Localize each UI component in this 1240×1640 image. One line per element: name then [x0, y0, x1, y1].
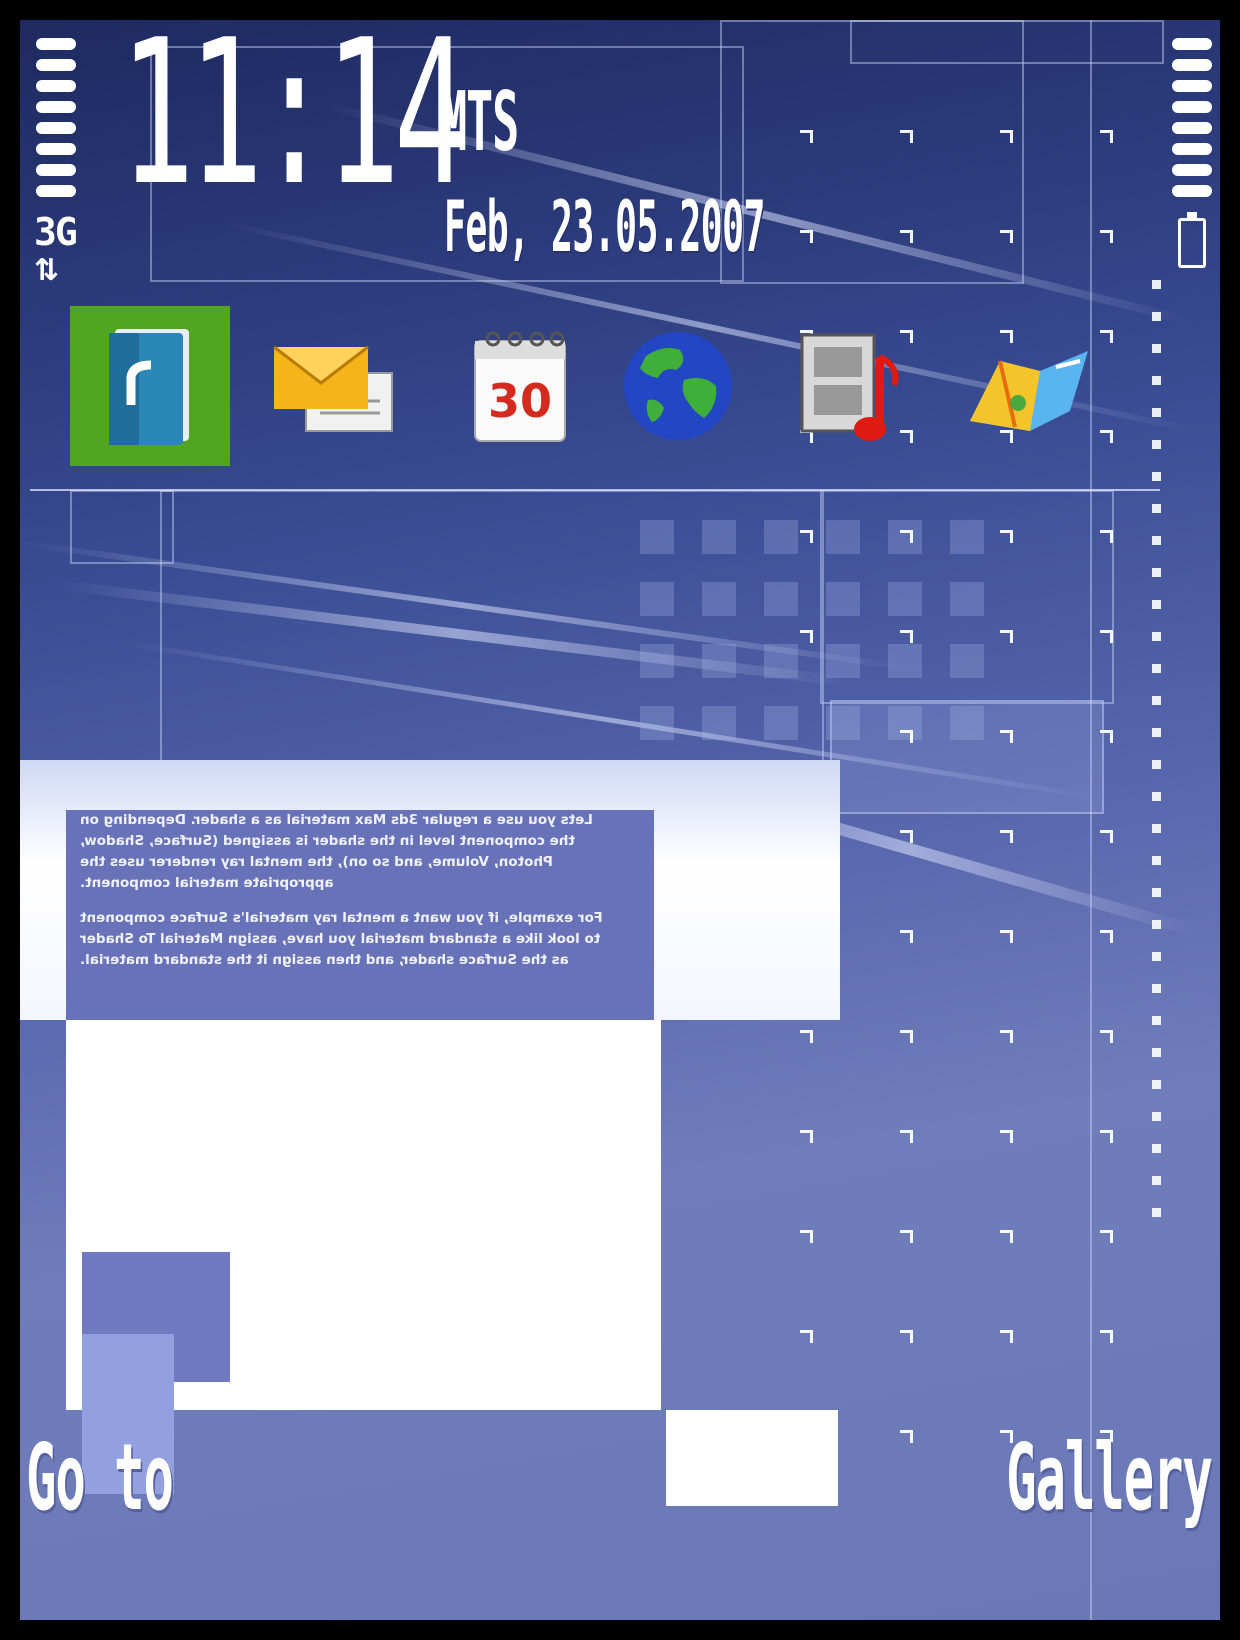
tick-mark	[1100, 630, 1113, 643]
shortcut-web[interactable]	[598, 306, 758, 466]
shortcut-contacts[interactable]	[70, 306, 230, 466]
tick-mark	[900, 1230, 913, 1243]
edge-dot	[1152, 536, 1161, 545]
tick-mark	[800, 1030, 813, 1043]
edge-dot	[1152, 760, 1161, 769]
edge-dot	[1152, 504, 1161, 513]
tick-mark	[1000, 1230, 1013, 1243]
tick-mark	[1100, 1230, 1113, 1243]
tick-mark	[900, 130, 913, 143]
edge-dot	[1152, 632, 1161, 641]
edge-dot	[1152, 1112, 1161, 1121]
tick-mark	[1000, 130, 1013, 143]
edge-dot	[1152, 1048, 1161, 1057]
tick-mark	[800, 1230, 813, 1243]
battery-level-icon	[1172, 38, 1212, 206]
phone-screen: 3G ⇅ 11:14 MTS Feb, 23.05.2007 30 Lets y…	[20, 20, 1220, 1620]
edge-dot	[1152, 1016, 1161, 1025]
tick-mark	[1000, 1330, 1013, 1343]
tick-mark	[900, 530, 913, 543]
shortcut-calendar[interactable]: 30	[440, 306, 600, 466]
tick-mark	[800, 130, 813, 143]
edge-dot	[1152, 1208, 1161, 1217]
tick-mark	[1100, 230, 1113, 243]
network-type: 3G	[34, 210, 78, 254]
edge-dot	[1152, 888, 1161, 897]
tick-mark	[1000, 830, 1013, 843]
tick-mark	[900, 1130, 913, 1143]
tick-mark	[800, 630, 813, 643]
edge-dot	[1152, 600, 1161, 609]
tick-mark	[800, 1130, 813, 1143]
media-icon	[800, 333, 899, 441]
tick-mark	[800, 530, 813, 543]
tick-mark	[900, 1330, 913, 1343]
edge-dot	[1152, 568, 1161, 577]
signal-strength-icon	[36, 38, 76, 206]
operator-name: MTS	[440, 75, 519, 170]
tick-mark	[1000, 530, 1013, 543]
tick-mark	[900, 1030, 913, 1043]
tick-mark	[1000, 730, 1013, 743]
tick-mark	[800, 230, 813, 243]
messaging-icon	[273, 345, 393, 432]
separator-line	[30, 489, 1160, 491]
edge-dot	[1152, 1144, 1161, 1153]
tick-mark	[1000, 1030, 1013, 1043]
battery-icon	[1178, 212, 1206, 268]
text-preview: Lets you use a regular 3ds Max material …	[80, 810, 620, 1020]
background-frame	[1090, 20, 1094, 1620]
edge-dot	[1152, 984, 1161, 993]
data-transfer-icon: ⇅	[34, 253, 60, 288]
date: Feb, 23.05.2007	[444, 186, 765, 268]
tick-mark	[1000, 230, 1013, 243]
edge-dot	[1152, 1080, 1161, 1089]
tick-mark	[1000, 1130, 1013, 1143]
right-softkey[interactable]: Gallery	[1006, 1432, 1213, 1524]
tick-mark	[1100, 1130, 1113, 1143]
edge-dot	[1152, 856, 1161, 865]
edge-dot	[1152, 792, 1161, 801]
tick-mark	[1100, 1330, 1113, 1343]
edge-dot	[1152, 1176, 1161, 1185]
tick-mark	[1100, 930, 1113, 943]
tick-mark	[1000, 930, 1013, 943]
web-icon	[624, 332, 732, 440]
tick-mark	[900, 830, 913, 843]
tick-mark	[1100, 130, 1113, 143]
preview-paragraph: For example, if you want a mental ray ma…	[80, 910, 603, 968]
tick-mark	[900, 930, 913, 943]
left-softkey[interactable]: Go to	[26, 1432, 174, 1524]
shortcut-media[interactable]	[770, 306, 930, 466]
maps-icon	[970, 351, 1088, 431]
tick-mark	[1000, 630, 1013, 643]
edge-dot	[1152, 920, 1161, 929]
shortcut-bar: 30	[20, 300, 1220, 480]
tick-mark	[900, 230, 913, 243]
tick-mark	[900, 730, 913, 743]
shortcut-maps[interactable]	[950, 306, 1110, 466]
edge-dot	[1152, 280, 1161, 289]
edge-dot	[1152, 824, 1161, 833]
tick-mark	[1100, 730, 1113, 743]
preview-paragraph: Lets you use a regular 3ds Max material …	[80, 812, 593, 891]
contacts-icon	[109, 329, 189, 445]
tick-mark	[900, 1430, 913, 1443]
tick-mark	[1100, 1030, 1113, 1043]
edge-dot	[1152, 728, 1161, 737]
clock: 11:14	[120, 20, 468, 230]
edge-dot	[1152, 696, 1161, 705]
edge-dot	[1152, 664, 1161, 673]
tick-mark	[1100, 530, 1113, 543]
background-frame	[850, 20, 1164, 64]
calendar-icon: 30	[474, 331, 566, 442]
tick-mark	[900, 630, 913, 643]
edge-dot	[1152, 952, 1161, 961]
white-panel	[666, 1410, 838, 1506]
background-frame	[70, 490, 174, 564]
tick-mark	[1100, 830, 1113, 843]
shortcut-messaging[interactable]	[255, 306, 415, 466]
tick-mark	[800, 1330, 813, 1343]
svg-text:30: 30	[488, 374, 552, 428]
